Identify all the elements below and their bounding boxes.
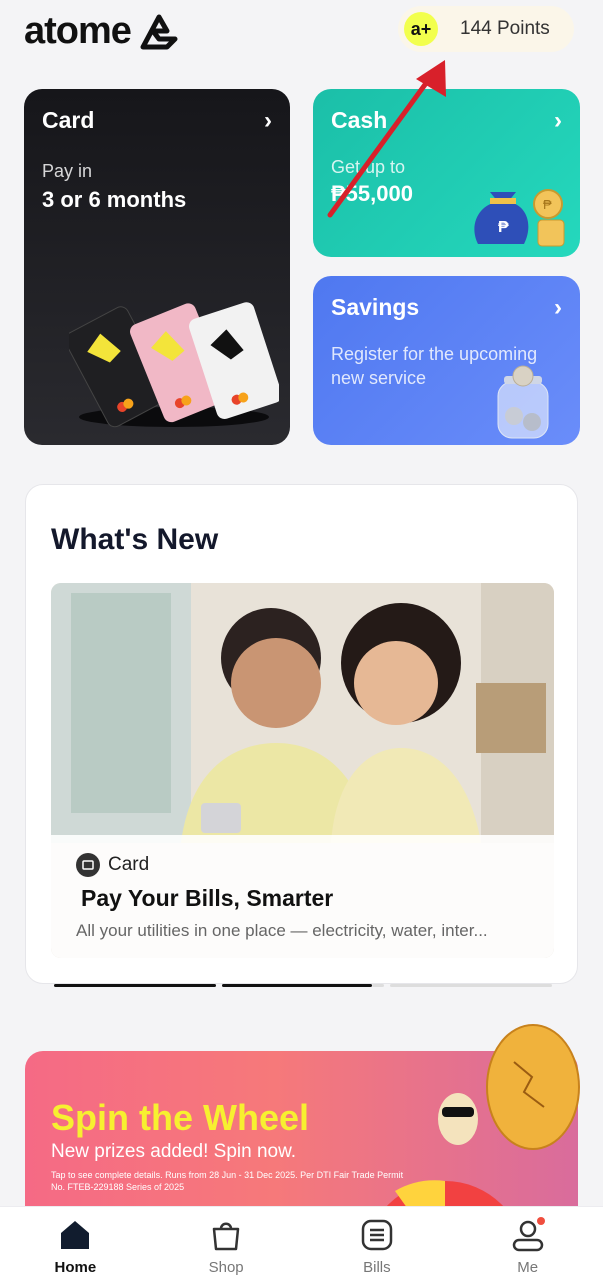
home-icon (61, 1221, 90, 1249)
nav-me-label: Me (517, 1259, 539, 1276)
bills-icon (361, 1219, 393, 1251)
svg-text:₱: ₱ (543, 197, 552, 212)
news-carousel-card[interactable]: Card Pay Your Bills, Smarter All your ut… (51, 583, 554, 958)
nav-bills[interactable]: Bills (302, 1207, 453, 1280)
money-bag-icon: ₱ ₱ (474, 189, 565, 247)
carousel-indicator (372, 984, 384, 987)
bottom-navigation: Home Shop Bills Me (0, 1206, 603, 1280)
news-title: Pay Your Bills, Smarter (81, 885, 334, 911)
news-category: Card (76, 853, 149, 877)
carousel-indicators (54, 984, 554, 988)
promo-title: Spin the Wheel (51, 1097, 310, 1138)
logo-text: atome (24, 10, 132, 52)
wheel-image (382, 1180, 508, 1211)
shopping-bag-icon (212, 1222, 240, 1251)
points-button[interactable]: a+ 144 Points (398, 6, 574, 52)
promo-subtitle: New prizes added! Spin now. (51, 1141, 297, 1162)
atome-logo[interactable]: atome (24, 10, 179, 53)
whats-new-section: What's New Card Pay Your Bills, Smarter (25, 484, 578, 987)
atome-cards-image (69, 302, 279, 428)
card-tile-subtitle: Pay in (42, 161, 93, 181)
card-tile[interactable]: Card › Pay in 3 or 6 months (24, 89, 290, 445)
app-header: atome a+ 144 Points (0, 0, 603, 70)
nav-shop[interactable]: Shop (151, 1207, 302, 1280)
carousel-indicator (54, 984, 216, 987)
carousel-indicator (390, 984, 552, 987)
nav-me[interactable]: Me (452, 1207, 603, 1280)
nav-bills-label: Bills (363, 1259, 391, 1276)
nav-home[interactable]: Home (0, 1207, 151, 1280)
mascot-image (438, 1093, 478, 1145)
whats-new-heading: What's New (51, 523, 219, 556)
promo-fine-print: Tap to see complete details. Runs from 2… (51, 1170, 404, 1192)
annotation-arrow (327, 60, 446, 218)
atome-plus-icon: a+ (404, 12, 438, 46)
notification-dot (536, 1217, 545, 1225)
card-tile-highlight: 3 or 6 months (42, 187, 187, 212)
golden-egg-icon (486, 1024, 580, 1150)
card-tile-title: Card (42, 107, 95, 133)
points-label: 144 Points (460, 18, 550, 39)
card-category-icon (76, 853, 100, 877)
nav-home-label: Home (54, 1259, 97, 1276)
carousel-indicator (222, 984, 372, 987)
chevron-right-icon: › (554, 294, 562, 321)
svg-text:₱: ₱ (498, 219, 509, 236)
news-description: All your utilities in one place — electr… (76, 921, 488, 940)
atome-logo-icon (140, 14, 178, 49)
savings-tile[interactable]: Savings › Register for the upcoming new … (313, 276, 580, 445)
news-category-label: Card (108, 854, 150, 875)
chevron-right-icon: › (554, 107, 562, 134)
nav-shop-label: Shop (208, 1259, 244, 1276)
savings-jar-icon (497, 365, 549, 439)
savings-tile-title: Savings (331, 294, 420, 320)
profile-icon (512, 1217, 545, 1252)
news-caption: Card Pay Your Bills, Smarter All your ut… (51, 835, 554, 958)
chevron-right-icon: › (264, 107, 272, 134)
